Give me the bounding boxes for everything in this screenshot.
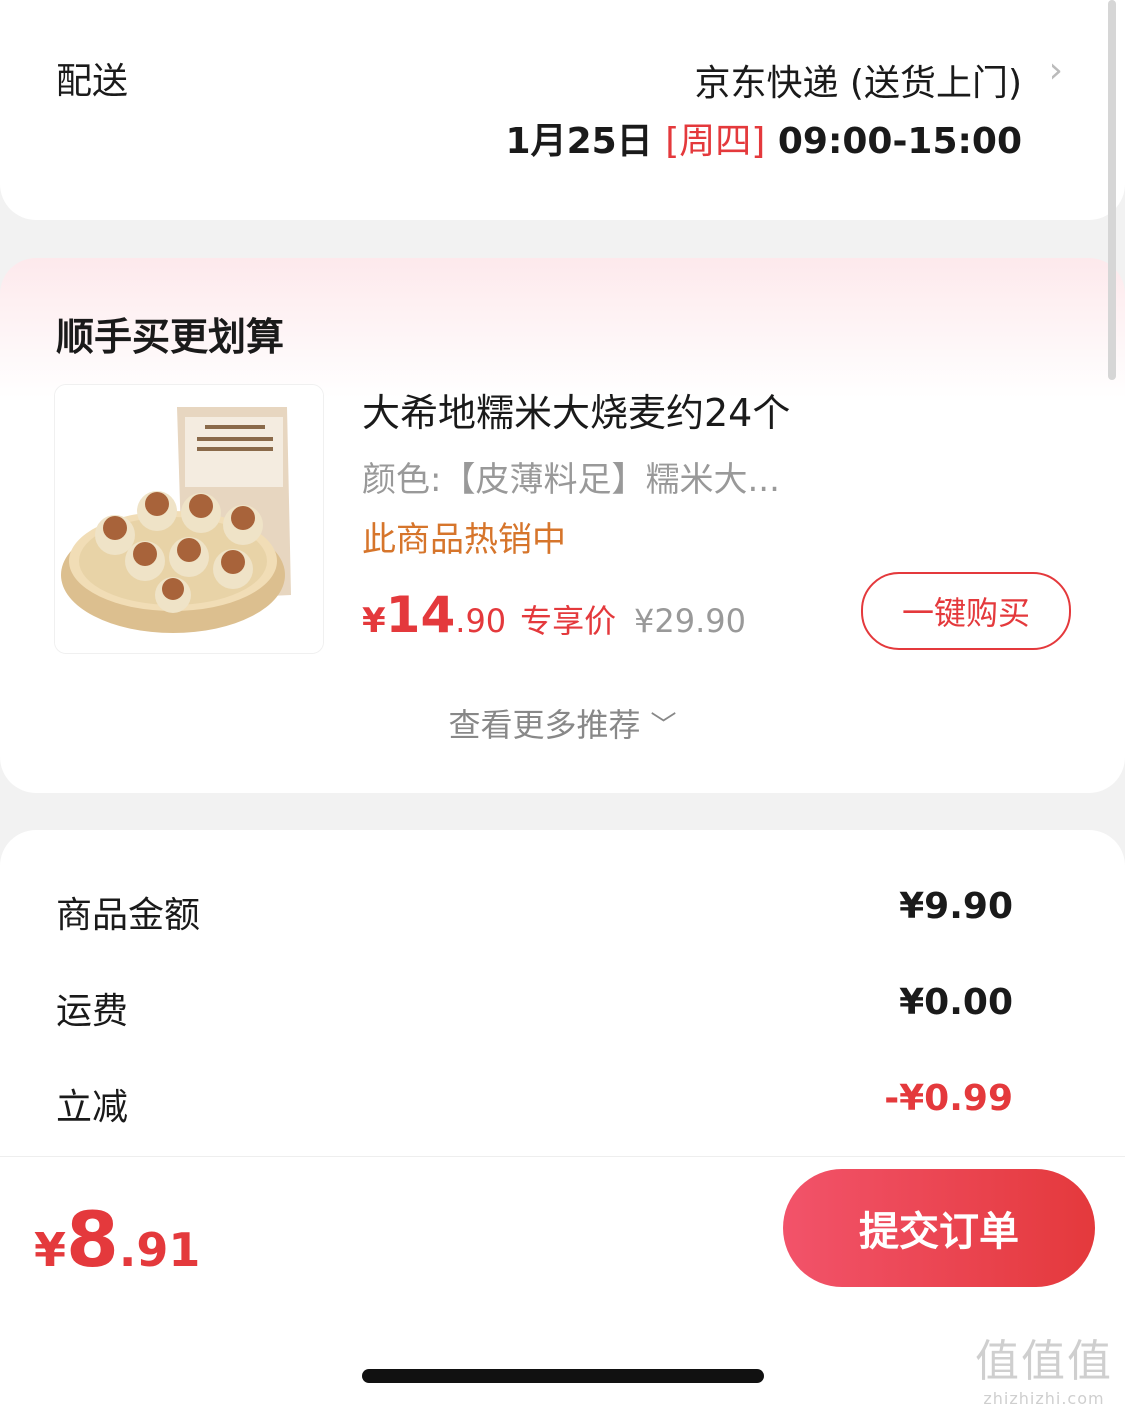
more-recommendations-link[interactable]: 查看更多推荐 ﹀	[0, 700, 1125, 746]
price-integer: 14	[385, 586, 456, 644]
shipping-fee-value: ¥0.00	[899, 982, 1013, 1023]
delivery-date: 1月25日	[505, 121, 653, 162]
watermark: 值值值 zhizhizhi.com	[975, 1325, 1113, 1408]
delivery-weekday: [周四]	[665, 121, 766, 162]
recommend-title: 顺手买更划算	[56, 315, 285, 359]
goods-amount-label: 商品金额	[56, 895, 201, 936]
watermark-url: zhizhizhi.com	[983, 1389, 1105, 1408]
price-decimal: .90	[455, 602, 507, 640]
checkout-bar: ¥8.91 提交订单	[0, 1156, 1125, 1307]
scrollbar[interactable]	[1108, 0, 1116, 380]
delivery-time-range: 09:00-15:00	[777, 121, 1022, 162]
product-spec[interactable]: 颜色:【皮薄料足】糯米大...	[362, 452, 780, 501]
delivery-card: 配送 京东快递 (送货上门) › 1月25日 [周四] 09:00-15:00	[0, 0, 1125, 220]
exclusive-price-tag: 专享价	[520, 602, 617, 640]
shumai-image-icon	[55, 385, 323, 653]
more-recommendations-label: 查看更多推荐	[448, 706, 641, 744]
total-price: ¥8.91	[34, 1195, 200, 1284]
one-click-buy-button[interactable]: 一键购买	[861, 572, 1071, 650]
goods-amount-value: ¥9.90	[899, 886, 1013, 927]
total-decimal: .91	[118, 1223, 201, 1277]
product-price: ¥14.90 专享价	[362, 586, 616, 644]
recommend-card: 顺手买更划算 大希地糯米大烧麦约24个 颜色:【皮薄料足】糯米大... 此商品热…	[0, 258, 1125, 793]
discount-value: -¥0.99	[884, 1078, 1013, 1119]
total-integer: 8	[66, 1195, 119, 1284]
shipping-fee-label: 运费	[56, 991, 129, 1032]
goods-amount-row: 商品金额 ¥9.90	[56, 886, 1013, 938]
home-area: 值值值 zhizhizhi.com	[0, 1307, 1125, 1408]
discount-row: 立减 -¥0.99	[56, 1078, 1013, 1130]
price-symbol: ¥	[362, 601, 386, 641]
product-name[interactable]: 大希地糯米大烧麦约24个	[362, 382, 790, 437]
hot-sale-label: 此商品热销中	[362, 520, 566, 560]
total-symbol: ¥	[34, 1223, 67, 1277]
order-summary-card: 商品金额 ¥9.90 运费 ¥0.00 立减 -¥0.99	[0, 830, 1125, 1160]
delivery-method[interactable]: 京东快递 (送货上门)	[694, 54, 1022, 106]
home-indicator[interactable]	[362, 1369, 764, 1383]
product-image[interactable]	[54, 384, 324, 654]
delivery-time[interactable]: 1月25日 [周四] 09:00-15:00	[506, 112, 1022, 164]
chevron-down-icon: ﹀	[650, 711, 677, 741]
chevron-right-icon[interactable]: ›	[1049, 50, 1063, 91]
delivery-label: 配送	[56, 61, 129, 102]
watermark-logo: 值值值	[975, 1336, 1113, 1387]
original-price: ¥29.90	[634, 602, 746, 640]
submit-order-button[interactable]: 提交订单	[783, 1169, 1095, 1287]
shipping-fee-row: 运费 ¥0.00	[56, 982, 1013, 1034]
discount-label: 立减	[56, 1087, 129, 1128]
